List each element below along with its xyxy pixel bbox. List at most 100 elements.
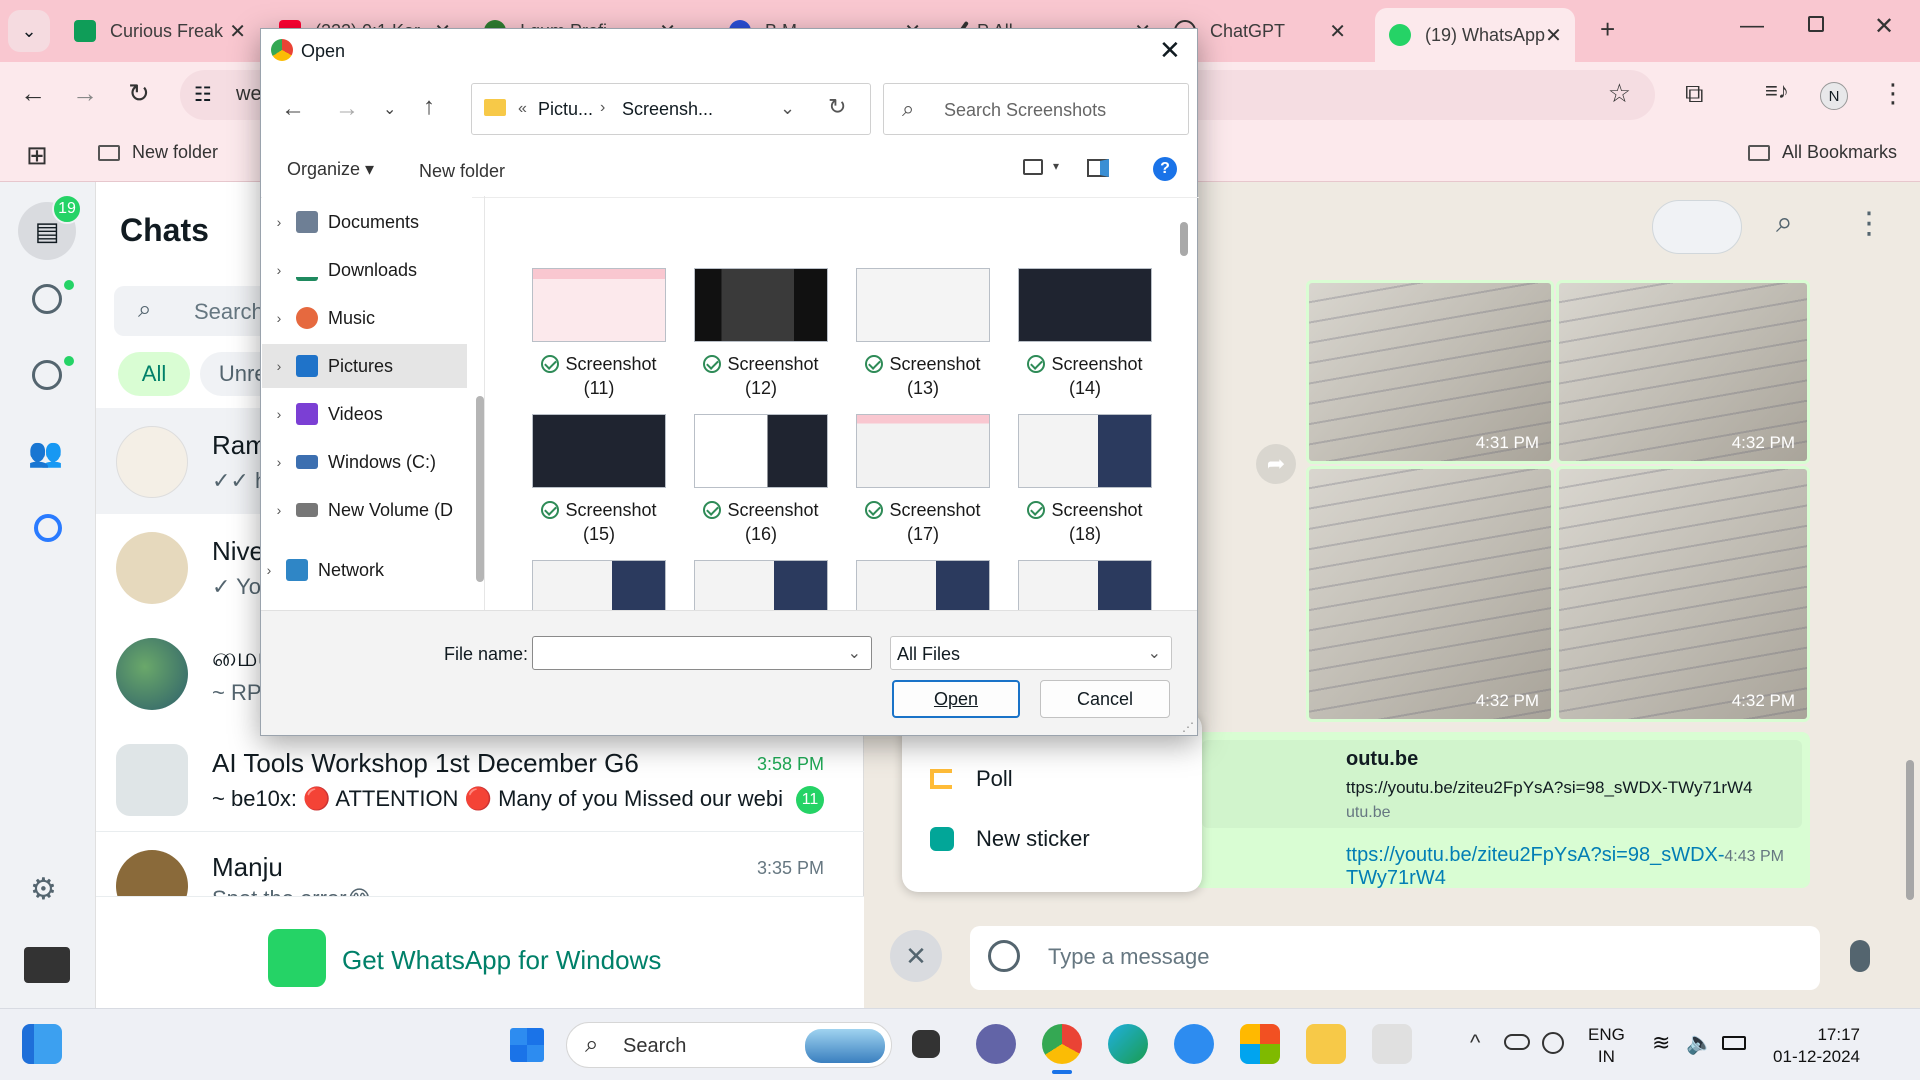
close-tab-icon[interactable]: ✕ <box>1545 23 1562 48</box>
tree-item-new-volume-d[interactable]: › New Volume (D <box>262 488 467 532</box>
view-dropdown-icon[interactable]: ▾ <box>1053 159 1059 173</box>
back-icon[interactable]: ← <box>20 78 46 109</box>
chevron-right-icon[interactable]: › <box>262 502 296 518</box>
link-message[interactable]: outu.be ttps://youtu.be/ziteu2FpYsA?si=9… <box>1194 732 1810 889</box>
volume-icon[interactable]: 🔈 <box>1686 1030 1713 1056</box>
channels-icon[interactable] <box>32 360 62 390</box>
chat-row[interactable]: AI Tools Workshop 1st December G6 3:58 P… <box>96 726 864 832</box>
new-folder-button[interactable]: New folder <box>419 161 505 182</box>
chat-menu-icon[interactable]: ⋮ <box>1854 206 1884 241</box>
close-tab-icon[interactable]: ✕ <box>229 19 246 44</box>
tab-search-button[interactable]: ⌄ <box>8 10 50 52</box>
wifi-icon[interactable]: ≋ <box>1652 1030 1670 1056</box>
photo-message[interactable]: 4:32 PM <box>1556 280 1810 464</box>
battery-icon[interactable] <box>1722 1036 1746 1050</box>
tree-item-music[interactable]: › Music <box>262 296 467 340</box>
clock[interactable]: 17:17 01-12-2024 <box>1768 1024 1860 1068</box>
browser-tab-active[interactable]: (19) WhatsApp ✕ <box>1375 8 1575 62</box>
edge-icon[interactable] <box>1108 1024 1148 1064</box>
snipping-tool-icon[interactable] <box>1372 1024 1412 1064</box>
show-hidden-icons[interactable]: ^ <box>1470 1030 1480 1056</box>
chevron-right-icon[interactable]: › <box>262 454 296 470</box>
communities-icon[interactable]: 👥 <box>28 436 63 469</box>
get-app-banner[interactable]: Get WhatsApp for Windows <box>96 896 864 1008</box>
video-call-button[interactable] <box>1652 200 1742 254</box>
store-icon[interactable] <box>1240 1024 1280 1064</box>
tree-item-pictures[interactable]: › Pictures <box>262 344 467 388</box>
file-item[interactable]: Screenshot (17) <box>856 414 990 546</box>
file-item[interactable]: Screenshot (14) <box>1018 268 1152 400</box>
breadcrumb-pictures[interactable]: Pictu... <box>538 99 593 120</box>
file-item[interactable] <box>532 560 666 610</box>
language-indicator[interactable]: ENG IN <box>1588 1024 1625 1068</box>
file-item[interactable]: Screenshot (16) <box>694 414 828 546</box>
all-bookmarks[interactable]: All Bookmarks <box>1748 142 1897 163</box>
tree-item-network[interactable]: › Network <box>252 548 457 592</box>
emoji-icon[interactable] <box>988 940 1020 972</box>
file-type-select[interactable]: All Files ⌄ <box>890 636 1172 670</box>
file-explorer-icon[interactable] <box>1306 1024 1346 1064</box>
forward-icon[interactable]: → <box>72 78 98 109</box>
tree-item-documents[interactable]: › Documents <box>262 200 467 244</box>
maximize-button[interactable] <box>1808 16 1824 32</box>
bookmark-folder[interactable]: New folder <box>98 142 218 163</box>
mic-icon[interactable] <box>1850 940 1870 972</box>
dialog-back-icon[interactable]: ← <box>281 95 305 123</box>
breadcrumb-screenshots[interactable]: Screensh... <box>622 99 713 120</box>
profile-photo[interactable] <box>24 947 70 983</box>
start-button[interactable] <box>510 1028 544 1062</box>
chevron-right-icon[interactable]: › <box>262 310 296 326</box>
view-options-icon[interactable] <box>1023 159 1043 175</box>
help-icon[interactable]: ? <box>1153 157 1177 181</box>
resize-grip-icon[interactable]: ⋰ <box>1182 720 1194 734</box>
teams-icon[interactable] <box>976 1024 1016 1064</box>
task-view-icon[interactable] <box>912 1030 940 1058</box>
search-box[interactable]: ⌕ Search Screenshots <box>883 83 1189 135</box>
photo-message[interactable]: 4:32 PM <box>1556 466 1810 722</box>
reload-icon[interactable]: ↻ <box>128 78 150 109</box>
close-window-button[interactable]: ✕ <box>1874 12 1894 41</box>
preview-pane-icon[interactable] <box>1087 159 1109 177</box>
file-item[interactable] <box>856 560 990 610</box>
path-bar[interactable]: « Pictu... › Screensh... ⌄ ↻ <box>471 83 871 135</box>
get-help-icon[interactable] <box>1174 1024 1214 1064</box>
profile-avatar[interactable]: N <box>1820 82 1848 110</box>
apps-grid-icon[interactable]: ⊞ <box>26 140 48 171</box>
cancel-button[interactable]: Cancel <box>1040 680 1170 718</box>
file-item[interactable]: Screenshot (11) <box>532 268 666 400</box>
attach-poll[interactable]: Poll <box>930 766 1013 792</box>
browser-tab[interactable]: Curious Freak ✕ <box>60 8 260 54</box>
organize-menu[interactable]: Organize ▾ <box>287 159 374 180</box>
meta-ai-icon[interactable] <box>34 514 62 542</box>
chevron-down-icon[interactable]: ⌄ <box>848 643 861 663</box>
chevron-right-icon[interactable]: › <box>262 406 296 422</box>
recent-locations-icon[interactable]: ⌄ <box>383 99 396 119</box>
forward-icon[interactable]: ➦ <box>1256 444 1296 484</box>
dialog-forward-icon[interactable]: → <box>335 95 359 123</box>
navigation-pane-scrollbar[interactable] <box>476 396 484 582</box>
chevron-right-icon[interactable]: › <box>252 562 286 578</box>
file-item[interactable]: Screenshot (12) <box>694 268 828 400</box>
close-attach-button[interactable]: ✕ <box>890 930 942 982</box>
tree-item-windows-c[interactable]: › Windows (C:) <box>262 440 467 484</box>
chrome-icon[interactable] <box>1042 1024 1082 1064</box>
dialog-close-button[interactable]: ✕ <box>1159 35 1181 66</box>
chevron-right-icon[interactable]: › <box>262 262 296 278</box>
open-button[interactable]: Open <box>892 680 1020 718</box>
file-name-input[interactable]: ⌄ <box>532 636 872 670</box>
chevron-right-icon[interactable]: › <box>262 358 296 374</box>
bookmark-star-icon[interactable]: ☆ <box>1608 78 1631 109</box>
site-info-icon[interactable]: ☷ <box>194 82 212 107</box>
file-item[interactable]: Screenshot (15) <box>532 414 666 546</box>
refresh-icon[interactable]: ↻ <box>828 94 846 120</box>
photo-message[interactable]: 4:32 PM <box>1306 466 1554 722</box>
file-item[interactable]: Screenshot (18) <box>1018 414 1152 546</box>
photo-message[interactable]: 4:31 PM <box>1306 280 1554 464</box>
taskbar-search[interactable]: ⌕ Search <box>566 1022 892 1068</box>
path-dropdown-icon[interactable]: ⌄ <box>780 98 795 119</box>
settings-icon[interactable]: ⚙ <box>30 872 57 907</box>
browser-menu-icon[interactable]: ⋮ <box>1880 78 1906 109</box>
file-grid-scrollbar[interactable] <box>1180 222 1188 256</box>
up-folder-icon[interactable]: ↑ <box>423 93 435 121</box>
tree-item-downloads[interactable]: › Downloads <box>262 248 467 292</box>
